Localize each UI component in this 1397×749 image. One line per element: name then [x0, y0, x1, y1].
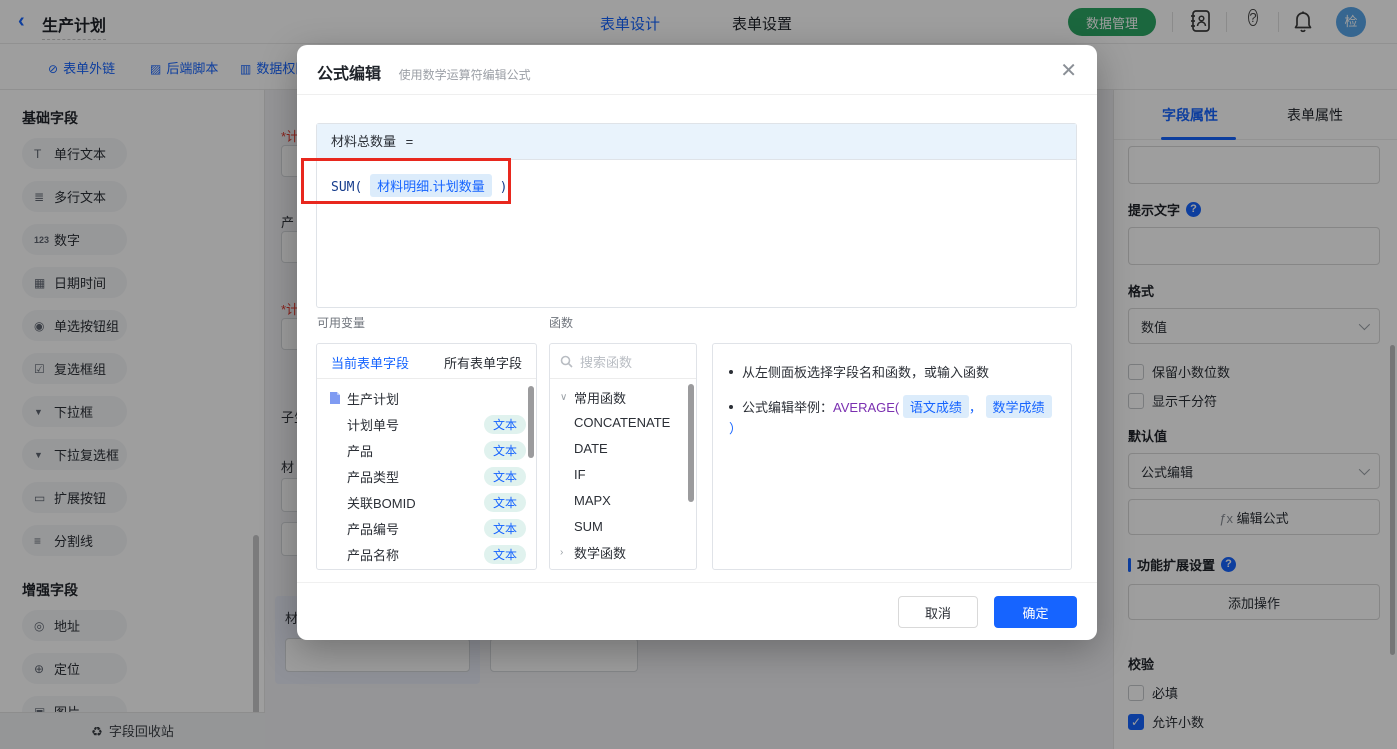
formula-field-chip[interactable]: 材料明细.计划数量 — [370, 174, 492, 197]
variables-panel: 当前表单字段 所有表单字段 生产计划 计划单号 文本 产品 文本 产品类型 文本 关联… — [316, 343, 537, 570]
function-item[interactable]: CONCATENATE — [560, 410, 696, 436]
example-field-chip: 语文成绩 — [902, 395, 969, 418]
document-icon — [329, 391, 341, 405]
variable-row[interactable]: 产品编号 文本 — [329, 515, 526, 541]
modal-subtitle: 使用数学运算符编辑公式 — [398, 68, 531, 82]
variable-row[interactable]: 产品类型 文本 — [329, 463, 526, 489]
example-function-token: AVERAGE( — [833, 400, 900, 415]
function-item[interactable]: DATE — [560, 436, 696, 462]
modal-title: 公式编辑 — [317, 66, 382, 83]
confirm-button[interactable]: 确定 — [994, 596, 1077, 628]
functions-panel: 搜索函数 ∨ 常用函数 CONCATENATE DATE IF MAPX SUM … — [549, 343, 697, 570]
variables-scrollbar[interactable] — [528, 386, 534, 458]
bullet-icon — [729, 370, 733, 374]
formula-close-paren: ) — [499, 180, 508, 195]
help-line-1: 从左侧面板选择字段名和函数，或输入函数 — [729, 362, 1055, 381]
function-item[interactable]: SUM — [560, 514, 696, 540]
function-item[interactable]: IF — [560, 462, 696, 488]
function-search-box[interactable]: 搜索函数 — [550, 344, 696, 379]
type-badge: 文本 — [483, 492, 526, 512]
function-group-common[interactable]: ∨ 常用函数 — [560, 385, 696, 410]
caret-right-icon: › — [560, 547, 564, 558]
type-badge: 文本 — [483, 466, 526, 486]
formula-editor-modal: 公式编辑 使用数学运算符编辑公式 ✕ 材料总数量 = SUM( 材料明细.计划数… — [297, 45, 1097, 640]
formula-target-row: 材料总数量 = — [317, 124, 1076, 160]
tree-root-form[interactable]: 生产计划 — [329, 385, 526, 411]
variable-row[interactable]: 产品 文本 — [329, 437, 526, 463]
functions-label: 函数 — [549, 316, 574, 330]
equals-sign: = — [405, 134, 414, 149]
bullet-icon — [729, 405, 733, 409]
modal-footer: 取消 确定 — [297, 582, 1097, 640]
formula-function-token: SUM( — [331, 180, 363, 195]
formula-editor-box: 材料总数量 = SUM( 材料明细.计划数量 ) — [316, 123, 1077, 308]
variables-tree: 生产计划 计划单号 文本 产品 文本 产品类型 文本 关联BOMID 文本 产品编号 文本… — [317, 379, 536, 567]
type-badge: 文本 — [483, 518, 526, 538]
close-icon[interactable]: ✕ — [1060, 58, 1077, 83]
function-group-text[interactable]: ›文本函数 — [560, 565, 696, 569]
modal-header: 公式编辑 使用数学运算符编辑公式 ✕ — [297, 45, 1097, 95]
formula-target-field: 材料总数量 — [331, 134, 397, 149]
variable-row[interactable]: 产品名称 文本 — [329, 541, 526, 567]
functions-scrollbar[interactable] — [688, 384, 694, 502]
help-line-2: 公式编辑举例：AVERAGE( 语文成绩， 数学成绩） — [729, 395, 1055, 437]
available-variables-label: 可用变量 — [317, 316, 366, 330]
type-badge: 文本 — [483, 440, 526, 460]
function-list: ∨ 常用函数 CONCATENATE DATE IF MAPX SUM › 数学函数… — [550, 379, 696, 569]
variable-row[interactable]: 关联BOMID 文本 — [329, 489, 526, 515]
type-badge: 文本 — [483, 414, 526, 434]
search-placeholder: 搜索函数 — [580, 354, 633, 370]
formula-help-panel: 从左侧面板选择字段名和函数，或输入函数 公式编辑举例：AVERAGE( 语文成绩… — [712, 343, 1072, 570]
variable-row[interactable]: 计划单号 文本 — [329, 411, 526, 437]
tab-current-form-fields[interactable]: 当前表单字段 — [331, 353, 409, 372]
function-item[interactable]: MAPX — [560, 488, 696, 514]
example-field-chip: 数学成绩 — [985, 395, 1052, 418]
tab-all-form-fields[interactable]: 所有表单字段 — [444, 353, 522, 372]
search-icon — [560, 355, 573, 368]
cancel-button[interactable]: 取消 — [898, 596, 978, 628]
formula-expression-input[interactable]: SUM( 材料明细.计划数量 ) — [317, 160, 1076, 211]
type-badge: 文本 — [483, 544, 526, 564]
function-group-math[interactable]: › 数学函数 — [560, 540, 696, 565]
caret-down-icon: ∨ — [560, 392, 568, 403]
variables-tabs: 当前表单字段 所有表单字段 — [317, 344, 536, 379]
